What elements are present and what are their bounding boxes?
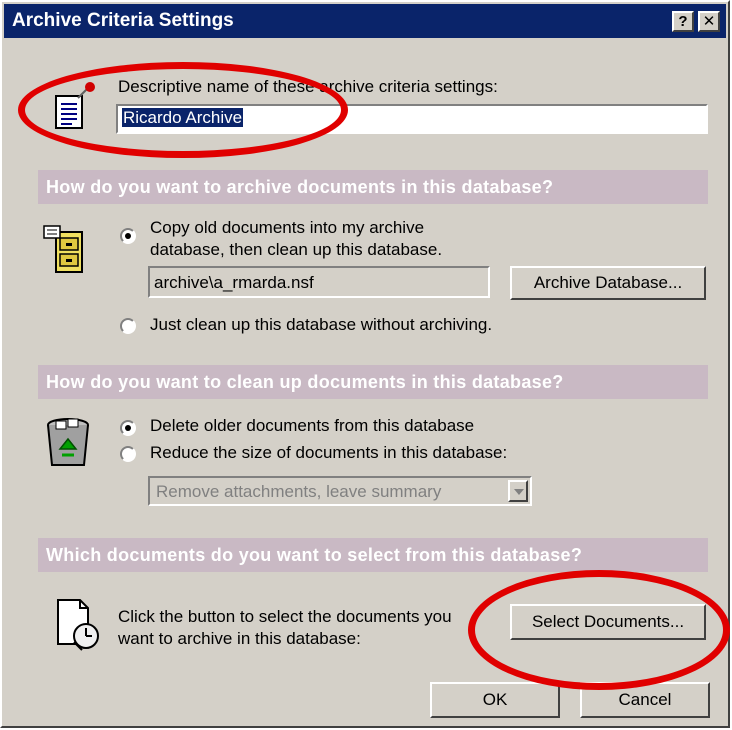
reduce-size-label: Reduce the size of documents in this dat… [150,443,508,462]
cancel-button[interactable]: Cancel [580,682,710,718]
select-instruction-line2: want to archive in this database: [118,629,361,648]
reduce-method-value: Remove attachments, leave summary [156,482,442,501]
archive-path-field[interactable]: archive\a_rmarda.nsf [148,266,490,298]
delete-older-label: Delete older documents from this databas… [150,416,475,435]
copy-archive-label-line1: Copy old documents into my archive [150,218,425,237]
archive-criteria-dialog: Archive Criteria Settings ? ✕ Descriptiv… [0,0,730,728]
copy-archive-label-line2: database, then clean up this database. [150,240,443,259]
archive-name-value: Ricardo Archive [122,108,244,127]
reduce-method-dropdown[interactable]: Remove attachments, leave summary [148,476,532,506]
select-documents-button[interactable]: Select Documents... [510,604,706,640]
reduce-size-radio[interactable] [120,446,136,462]
archive-name-label: Descriptive name of these archive criter… [118,77,498,96]
recycle-bin-icon [47,418,89,466]
file-cabinet-icon [43,225,83,273]
window-title: Archive Criteria Settings [12,10,234,31]
document-clock-icon [57,599,99,651]
archive-name-input[interactable]: Ricardo Archive [116,104,708,134]
clean-only-label: Just clean up this database without arch… [150,315,493,334]
notepad-pin-icon [55,82,95,129]
select-instruction-line1: Click the button to select the documents… [118,607,452,626]
archive-section-header: How do you want to archive documents in … [38,170,708,204]
ok-button[interactable]: OK [430,682,560,718]
close-button[interactable]: ✕ [698,11,720,32]
title-bar: Archive Criteria Settings ? ✕ [4,4,726,38]
cleanup-section-header: How do you want to clean up documents in… [38,365,708,399]
help-button[interactable]: ? [672,11,694,32]
copy-archive-radio[interactable] [120,228,136,244]
clean-only-radio[interactable] [120,318,136,334]
archive-database-button[interactable]: Archive Database... [510,266,706,300]
select-section-header: Which documents do you want to select fr… [38,538,708,572]
chevron-down-icon[interactable] [508,480,528,502]
delete-older-radio[interactable] [120,420,136,436]
